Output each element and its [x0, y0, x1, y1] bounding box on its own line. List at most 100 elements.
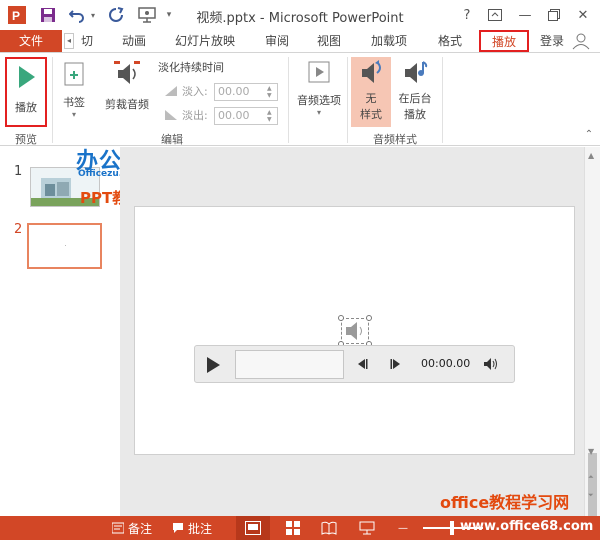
redo-icon[interactable] [106, 5, 126, 25]
fade-out-spinner-icon[interactable]: ▲ ▼ [267, 109, 275, 123]
no-style-button[interactable]: 无 样式 [351, 57, 391, 127]
slide-number-2: 2 [14, 222, 23, 237]
undo-dropdown-icon[interactable]: ▾ [88, 5, 98, 25]
bookmark-icon [64, 62, 84, 86]
speaker-icon [346, 322, 362, 340]
playback-tab-highlight [479, 30, 529, 52]
slide-1-picture [31, 168, 99, 206]
comments-button[interactable]: 批注 [172, 516, 212, 540]
slideshow-view-icon [359, 521, 375, 535]
audio-options-button[interactable]: 音频选项 ▾ [292, 57, 346, 127]
minimize-button[interactable]: — [514, 4, 536, 26]
watermark-site-url: www.office68.com [460, 519, 594, 534]
play-button-label: 播放 [15, 101, 37, 114]
ribbon-display-options-icon[interactable] [484, 4, 506, 26]
reading-view-button[interactable] [320, 516, 338, 540]
player-volume-icon[interactable] [483, 357, 499, 374]
help-button[interactable]: ? [456, 4, 478, 26]
tab-review[interactable]: 审阅 [261, 30, 293, 52]
group-divider [288, 57, 289, 143]
collapse-ribbon-icon[interactable]: ⌃ [582, 129, 596, 140]
vertical-scrollbar[interactable]: ▲ ▼ ⏶ ⏷ [584, 147, 600, 540]
bookmark-label: 书签 [63, 96, 85, 109]
start-slideshow-icon[interactable] [136, 5, 158, 25]
audio-options-dropdown-icon: ▾ [316, 108, 321, 117]
sign-in-link[interactable]: 登录 [540, 30, 564, 52]
trim-audio-label: 剪裁音频 [105, 98, 149, 111]
comments-icon [172, 522, 184, 534]
svg-text:P: P [12, 9, 20, 23]
scroll-up-icon[interactable]: ▲ [588, 151, 594, 160]
play-button[interactable]: 播放 [5, 57, 47, 127]
powerpoint-logo-icon[interactable]: P [6, 5, 28, 25]
play-triangle-icon [19, 66, 35, 88]
bookmark-button[interactable]: 书签 ▾ [56, 57, 92, 127]
trim-audio-icon [114, 61, 140, 84]
audio-options-label: 音频选项 [297, 94, 341, 107]
audio-style-group-label: 音频样式 [373, 133, 417, 146]
previous-slide-icon[interactable]: ⏶ [588, 473, 594, 482]
slideshow-view-button[interactable] [358, 516, 376, 540]
fade-in-icon [165, 86, 177, 96]
notes-icon [112, 522, 124, 534]
status-bar: 备注 批注 — www.office68.com [0, 516, 600, 540]
tab-transitions[interactable]: 切换 [76, 30, 98, 70]
fade-out-icon [165, 110, 177, 120]
undo-icon[interactable] [67, 5, 87, 25]
watermark-site-text: office教程学习网 [440, 493, 570, 512]
zoom-slider-thumb[interactable] [450, 521, 454, 535]
notes-label: 备注 [128, 521, 153, 536]
save-icon[interactable] [38, 5, 58, 25]
tab-slideshow[interactable]: 幻灯片放映 [172, 30, 238, 52]
user-icon[interactable] [571, 32, 595, 50]
audio-object[interactable] [338, 315, 372, 347]
scroll-down-icon[interactable]: ▼ [588, 447, 594, 456]
notes-button[interactable]: 备注 [112, 516, 152, 540]
customize-toolbar-icon[interactable]: ▾ [162, 5, 176, 25]
no-style-audio-icon [362, 60, 381, 83]
title-bar: P ▾ ▾ 视频.pptx - Microsoft PowerPoint ? —… [0, 0, 600, 30]
slide-thumbnail-1[interactable] [30, 167, 100, 207]
tab-view[interactable]: 视图 [313, 30, 345, 52]
reading-view-icon [321, 521, 337, 535]
tab-addins[interactable]: 加载项 [367, 30, 411, 52]
fade-out-value: 00.00 [218, 109, 250, 122]
resize-handle[interactable] [338, 315, 344, 321]
player-skip-forward-icon[interactable] [390, 358, 402, 373]
fade-duration-title: 淡化持续时间 [158, 61, 224, 74]
next-slide-icon[interactable]: ⏷ [588, 491, 594, 500]
play-in-background-label-2: 播放 [404, 108, 426, 121]
fade-in-label: 淡入: [182, 85, 208, 98]
audio-options-icon [308, 61, 330, 83]
slide-sorter-icon [286, 521, 300, 535]
tab-file[interactable]: 文件 [0, 30, 62, 52]
fade-out-input[interactable]: 00.00 ▲ ▼ [214, 107, 278, 125]
no-style-label-2: 样式 [360, 108, 382, 121]
no-style-label-1: 无 [365, 92, 377, 105]
fade-out-row: 淡出: [164, 107, 208, 123]
maximize-button[interactable] [543, 4, 565, 26]
player-play-icon[interactable] [202, 354, 224, 376]
preview-group-label: 预览 [15, 133, 37, 146]
fade-in-input[interactable]: 00.00 ▲ ▼ [214, 83, 278, 101]
group-divider [52, 57, 53, 143]
fade-out-label: 淡出: [182, 109, 208, 122]
slide-thumbnail-2[interactable] [27, 223, 102, 269]
slide-sorter-button[interactable] [284, 516, 302, 540]
player-time: 00:00.00 [421, 357, 471, 370]
slide-2-audio-marker [65, 245, 66, 246]
zoom-out-button[interactable]: — [398, 516, 412, 540]
trim-audio-button[interactable]: 剪裁音频 [100, 57, 154, 127]
normal-view-button[interactable] [236, 516, 270, 540]
bookmark-dropdown-icon: ▾ [71, 110, 76, 119]
tab-scroll-left-icon[interactable]: ◂ [64, 33, 74, 49]
resize-handle[interactable] [366, 315, 372, 321]
tab-animations[interactable]: 动画 [118, 30, 150, 52]
normal-view-icon [245, 521, 261, 535]
close-button[interactable]: ✕ [572, 4, 594, 26]
play-in-background-button[interactable]: 在后台 播放 [393, 57, 437, 127]
player-timeline[interactable] [235, 350, 344, 379]
tab-format[interactable]: 格式 [434, 30, 466, 52]
fade-in-spinner-icon[interactable]: ▲ ▼ [267, 85, 275, 99]
player-skip-back-icon[interactable] [356, 358, 368, 373]
